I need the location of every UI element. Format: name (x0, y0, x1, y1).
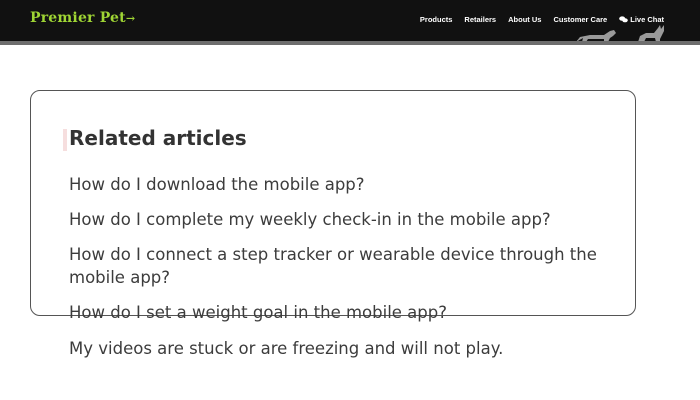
top-navbar: Premier Pet→ Products Retailers About Us… (0, 0, 700, 42)
navbar-underline (0, 41, 700, 45)
related-articles-heading: Related articles (69, 126, 247, 150)
heading-highlight (63, 129, 67, 151)
article-link-step-tracker[interactable]: How do I connect a step tracker or weara… (69, 243, 609, 289)
brand-name: Premier Pet (30, 10, 126, 26)
brand-logo[interactable]: Premier Pet→ (30, 10, 135, 26)
nav-retailers[interactable]: Retailers (464, 15, 496, 24)
article-link-download-app[interactable]: How do I download the mobile app? (69, 173, 609, 196)
article-link-weekly-check-in[interactable]: How do I complete my weekly check-in in … (69, 208, 609, 231)
nav-products[interactable]: Products (420, 15, 453, 24)
article-link-weight-goal[interactable]: How do I set a weight goal in the mobile… (69, 301, 609, 324)
brand-flourish: → (125, 12, 136, 25)
article-link-videos-freezing[interactable]: My videos are stuck or are freezing and … (69, 337, 609, 360)
nav-about-us[interactable]: About Us (508, 15, 541, 24)
